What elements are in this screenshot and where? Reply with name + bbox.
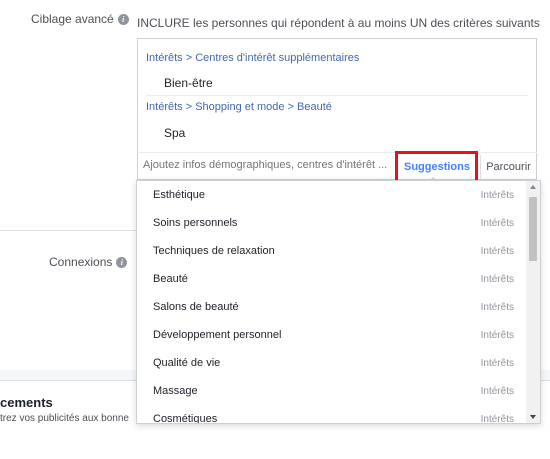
placements-title: cements [0, 395, 53, 410]
suggestion-item[interactable]: Techniques de relaxation Intérêts [137, 237, 522, 265]
suggestion-type: Intérêts [480, 385, 514, 397]
include-header: INCLURE les personnes qui répondent à au… [137, 16, 540, 30]
suggestion-item[interactable]: Massage Intérêts [137, 377, 522, 405]
suggestion-label: Développement personnel [153, 329, 282, 341]
suggestion-type: Intérêts [480, 329, 514, 341]
suggestion-label: Soins personnels [153, 217, 238, 229]
criteria-item-1[interactable]: Bien-être [164, 76, 213, 90]
scroll-up-arrow-icon[interactable] [530, 185, 536, 189]
suggestion-label: Beauté [153, 273, 188, 285]
suggestion-type: Intérêts [480, 217, 514, 229]
suggestion-type: Intérêts [480, 357, 514, 369]
suggestion-item[interactable]: Qualité de vie Intérêts [137, 349, 522, 377]
scroll-thumb[interactable] [529, 197, 537, 261]
browse-button[interactable]: Parcourir [480, 155, 536, 179]
suggestion-label: Cosmétiques [153, 413, 218, 424]
suggestion-type: Intérêts [480, 413, 514, 424]
info-icon[interactable]: i [117, 13, 129, 25]
suggestion-label: Massage [153, 385, 198, 397]
suggestion-item[interactable]: Beauté Intérêts [137, 265, 522, 293]
suggestion-type: Intérêts [480, 245, 514, 257]
suggestion-type: Intérêts [480, 189, 514, 201]
ciblage-avance-text: Ciblage avancé [31, 12, 114, 26]
connexions-label: Connexions i [49, 255, 128, 269]
suggestion-item[interactable]: Cosmétiques Intérêts [137, 405, 522, 424]
placements-description: trez vos publicités aux bonne [0, 413, 129, 424]
suggestions-dropdown: Esthétique Intérêts Soins personnels Int… [136, 180, 541, 424]
criteria-path-2[interactable]: Intérêts > Shopping et mode > Beauté [146, 101, 332, 113]
suggestion-item[interactable]: Salons de beauté Intérêts [137, 293, 522, 321]
criteria-separator [146, 95, 528, 96]
suggestion-type: Intérêts [480, 273, 514, 285]
ciblage-avance-label: Ciblage avancé i [31, 12, 129, 26]
suggestion-item[interactable]: Esthétique Intérêts [137, 181, 522, 209]
suggestion-label: Esthétique [153, 189, 205, 201]
criteria-item-2[interactable]: Spa [164, 126, 185, 140]
suggestion-label: Qualité de vie [153, 357, 221, 369]
suggestion-item[interactable]: Développement personnel Intérêts [137, 321, 522, 349]
dropdown-scrollbar[interactable] [526, 181, 540, 423]
info-icon[interactable]: i [116, 256, 128, 268]
targeting-search-input[interactable] [143, 159, 388, 171]
suggestion-label: Salons de beauté [153, 301, 239, 313]
suggestion-type: Intérêts [480, 301, 514, 313]
suggestion-label: Techniques de relaxation [153, 245, 275, 257]
suggestion-item[interactable]: Soins personnels Intérêts [137, 209, 522, 237]
criteria-path-1[interactable]: Intérêts > Centres d'intérêt supplémenta… [146, 52, 359, 64]
scroll-down-arrow-icon[interactable] [530, 415, 536, 419]
connexions-text: Connexions [49, 255, 113, 269]
section-divider [0, 230, 137, 231]
